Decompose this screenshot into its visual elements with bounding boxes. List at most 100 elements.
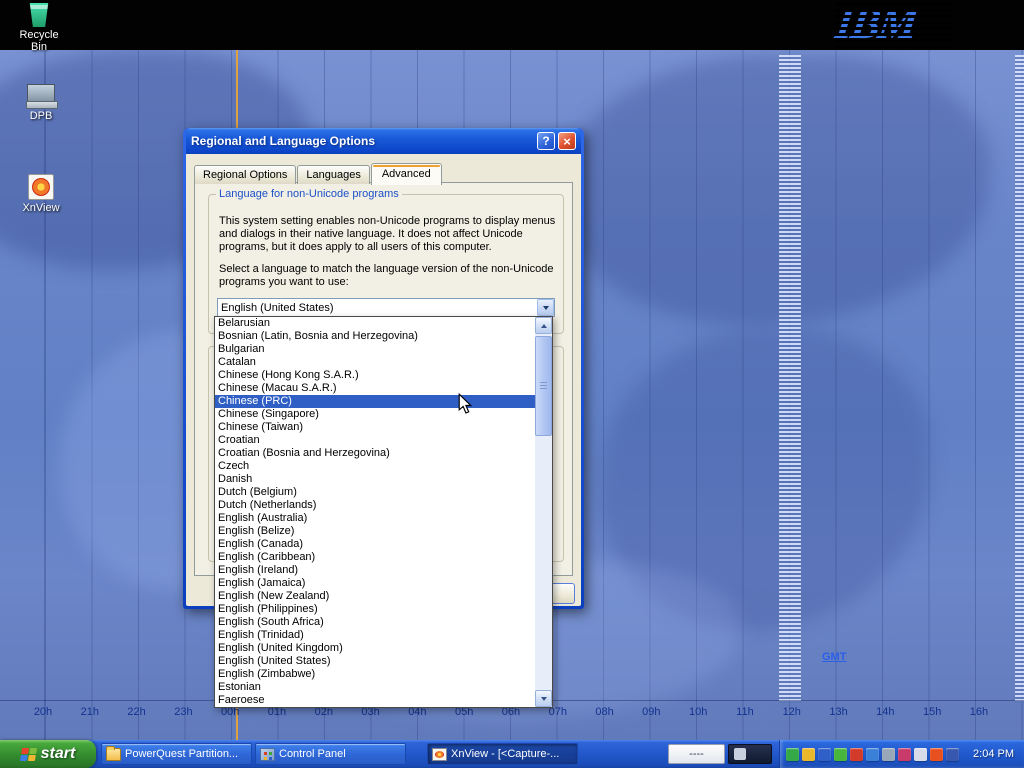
- dropdown-item[interactable]: English (United States): [215, 655, 535, 668]
- hatched-band: [779, 55, 801, 703]
- timezone-label: 21h: [75, 706, 105, 718]
- dropdown-item[interactable]: Bulgarian: [215, 343, 535, 356]
- dropdown-item[interactable]: Chinese (Macau S.A.R.): [215, 382, 535, 395]
- dropdown-item[interactable]: Catalan: [215, 356, 535, 369]
- xnview-icon: [432, 748, 447, 761]
- timezone-label: 16h: [964, 706, 994, 718]
- dropdown-item[interactable]: Bosnian (Latin, Bosnia and Herzegovina): [215, 330, 535, 343]
- group-title: Language for non-Unicode programs: [216, 188, 402, 200]
- dropdown-item[interactable]: Faeroese: [215, 694, 535, 707]
- dropdown-item[interactable]: English (Ireland): [215, 564, 535, 577]
- dropdown-item[interactable]: English (Jamaica): [215, 577, 535, 590]
- dropdown-item[interactable]: English (Trinidad): [215, 629, 535, 642]
- dropdown-item[interactable]: Czech: [215, 460, 535, 473]
- dropdown-item[interactable]: English (New Zealand): [215, 590, 535, 603]
- timezone-label: 23h: [168, 706, 198, 718]
- dropdown-item[interactable]: Danish: [215, 473, 535, 486]
- taskbar-segment-light[interactable]: ----: [668, 744, 725, 764]
- dropdown-item[interactable]: English (United Kingdom): [215, 642, 535, 655]
- description-text: This system setting enables non-Unicode …: [219, 215, 556, 254]
- taskbar-clock[interactable]: 2:04 PM: [973, 748, 1014, 760]
- dropdown-item[interactable]: Dutch (Belgium): [215, 486, 535, 499]
- dialog-titlebar[interactable]: Regional and Language Options ? ×: [186, 128, 581, 154]
- dropdown-item[interactable]: English (Philippines): [215, 603, 535, 616]
- tray-icon-5[interactable]: [850, 748, 863, 761]
- dropdown-item[interactable]: English (South Africa): [215, 616, 535, 629]
- dropdown-item[interactable]: English (Zimbabwe): [215, 668, 535, 681]
- desktop-icon-label: XnView: [12, 202, 70, 214]
- dropdown-item[interactable]: Estonian: [215, 681, 535, 694]
- dropdown-items: BelarusianBosnian (Latin, Bosnia and Her…: [215, 317, 535, 707]
- tab[interactable]: Advanced: [371, 163, 442, 185]
- dropdown-item[interactable]: Croatian (Bosnia and Herzegovina): [215, 447, 535, 460]
- arrow-down-icon: [541, 697, 547, 701]
- tray-icon-3[interactable]: [818, 748, 831, 761]
- taskbar-window-button[interactable]: PowerQuest Partition...: [101, 743, 252, 765]
- language-dropdown-list: BelarusianBosnian (Latin, Bosnia and Her…: [214, 316, 553, 708]
- taskbar-button-label: Control Panel: [279, 748, 346, 760]
- tray-icon-4[interactable]: [834, 748, 847, 761]
- tray-icon-10[interactable]: [930, 748, 943, 761]
- timezone-label: 11h: [730, 706, 760, 718]
- timezone-label: 09h: [636, 706, 666, 718]
- tray-icon-11[interactable]: [946, 748, 959, 761]
- taskbar-buttons: PowerQuest Partition... Control Panel Xn…: [101, 743, 581, 765]
- help-button[interactable]: ?: [537, 132, 555, 150]
- tab[interactable]: Languages: [297, 165, 369, 184]
- hatched-band: [1015, 55, 1024, 703]
- dialog-title: Regional and Language Options: [191, 134, 534, 148]
- dropdown-item[interactable]: Croatian: [215, 434, 535, 447]
- ibm-logo: IBM: [836, 0, 952, 48]
- windows-flag-icon: [20, 748, 37, 761]
- desktop-icon-recycle-bin[interactable]: Recycle Bin: [10, 3, 68, 53]
- tab[interactable]: Regional Options: [194, 165, 296, 184]
- dropdown-item[interactable]: Chinese (Hong Kong S.A.R.): [215, 369, 535, 382]
- dialog-tabs: Regional OptionsLanguagesAdvanced: [194, 163, 443, 184]
- recycle-bin-icon: [28, 3, 50, 27]
- chevron-down-icon: [543, 306, 549, 310]
- scrollbar-thumb[interactable]: [535, 336, 552, 436]
- dropdown-item[interactable]: English (Canada): [215, 538, 535, 551]
- desktop-icon-dpb[interactable]: DPB: [12, 84, 70, 122]
- dropdown-item[interactable]: Dutch (Netherlands): [215, 499, 535, 512]
- tray-icon-2[interactable]: [802, 748, 815, 761]
- mouse-cursor: [457, 393, 473, 415]
- dropdown-item[interactable]: Chinese (Singapore): [215, 408, 535, 421]
- top-banner: Recycle Bin IBM: [0, 0, 1024, 50]
- system-tray: 2:04 PM: [779, 740, 1024, 768]
- tray-icon-9[interactable]: [914, 748, 927, 761]
- tray-icon-8[interactable]: [898, 748, 911, 761]
- start-button[interactable]: start: [0, 740, 96, 768]
- taskbar-button-label: PowerQuest Partition...: [125, 748, 238, 760]
- folder-icon: [106, 748, 121, 761]
- taskbar-window-button[interactable]: Control Panel: [255, 743, 406, 765]
- dropdown-scrollbar[interactable]: [535, 317, 552, 707]
- dropdown-item[interactable]: English (Caribbean): [215, 551, 535, 564]
- timezone-label: 12h: [777, 706, 807, 718]
- arrow-up-icon: [541, 324, 547, 328]
- taskbar-segment-dark[interactable]: [728, 744, 772, 764]
- timezone-label: 15h: [917, 706, 947, 718]
- tray-icon-1[interactable]: [786, 748, 799, 761]
- desktop-icon-label: DPB: [12, 110, 70, 122]
- scroll-down-button[interactable]: [535, 690, 552, 707]
- scroll-up-button[interactable]: [535, 317, 552, 334]
- close-button[interactable]: ×: [558, 132, 576, 150]
- taskbar-window-button[interactable]: XnView - [<Capture-...: [427, 743, 578, 765]
- dropdown-item[interactable]: Chinese (Taiwan): [215, 421, 535, 434]
- dropdown-item[interactable]: English (Australia): [215, 512, 535, 525]
- dropdown-item[interactable]: Belarusian: [215, 317, 535, 330]
- timezone-label: 14h: [870, 706, 900, 718]
- desktop-icon-xnview[interactable]: XnView: [12, 174, 70, 214]
- desktop-icon-label: Recycle Bin: [10, 29, 68, 53]
- combobox-dropdown-button[interactable]: [537, 299, 554, 316]
- tray-icon-6[interactable]: [866, 748, 879, 761]
- tray-icon-7[interactable]: [882, 748, 895, 761]
- instruction-text: Select a language to match the language …: [219, 263, 556, 289]
- dropdown-item[interactable]: English (Belize): [215, 525, 535, 538]
- combobox-value: English (United States): [218, 302, 537, 314]
- language-combobox[interactable]: English (United States): [217, 298, 555, 317]
- dropdown-item[interactable]: Chinese (PRC): [215, 395, 535, 408]
- computer-icon: [26, 84, 56, 108]
- taskbar-button-label: XnView - [<Capture-...: [451, 748, 559, 760]
